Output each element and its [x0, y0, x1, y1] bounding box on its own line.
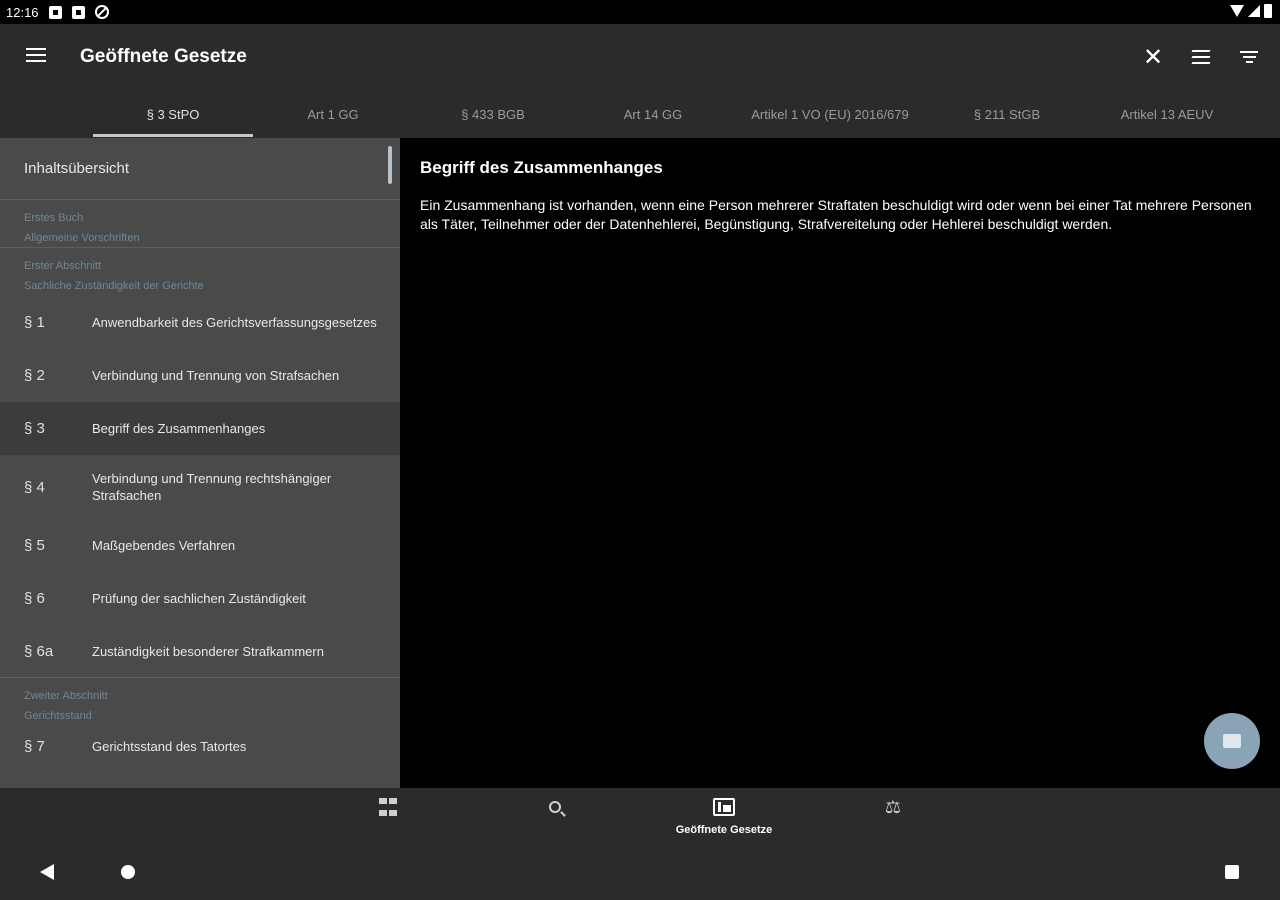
battery-icon [1264, 4, 1272, 18]
filter-icon[interactable] [1234, 42, 1264, 72]
toc-item-para-6a[interactable]: § 6a Zuständigkeit besonderer Strafkamme… [0, 625, 400, 678]
paragraph-heading: Begriff des Zusammenhanges [420, 158, 663, 177]
bottom-navigation: Geöffnete Gesetze ⚖ [0, 788, 1280, 844]
dashboard-icon [377, 796, 399, 818]
notification-icon [71, 5, 85, 19]
back-icon[interactable] [40, 864, 54, 880]
notification-icon [48, 5, 62, 19]
toc-book-heading[interactable]: Erstes Buch Allgemeine Vorschriften [0, 200, 400, 248]
list-icon [1223, 734, 1241, 748]
system-navigation [0, 844, 1280, 900]
tab-bgb-433[interactable]: § 433 BGB [413, 90, 573, 138]
open-laws-icon [713, 798, 735, 816]
close-icon[interactable]: ✕ [1138, 42, 1168, 72]
toc-item-para-6[interactable]: § 6 Prüfung der sachlichen Zuständigkeit [0, 572, 400, 625]
layers-icon[interactable] [1186, 42, 1216, 72]
toc-header: Inhaltsübersicht [0, 138, 400, 200]
toc-section-heading[interactable]: Zweiter Abschnitt Gerichtsstand [0, 678, 400, 726]
wifi-icon [1230, 5, 1244, 17]
nav-dashboard[interactable] [328, 796, 448, 818]
toc-item-para-2[interactable]: § 2 Verbindung und Trennung von Strafsac… [0, 349, 400, 402]
toc-item-para-3[interactable]: § 3 Begriff des Zusammenhanges [0, 402, 400, 455]
app-bar: Geöffnete Gesetze ✕ [0, 24, 1280, 90]
tab-dsgvo-1[interactable]: Artikel 1 VO (EU) 2016/679 [733, 90, 927, 138]
law-text-panel: Begriff des Zusammenhanges Ein Zusammenh… [400, 138, 1280, 788]
signal-icon [1248, 5, 1260, 17]
search-icon [549, 801, 561, 813]
nav-open-laws[interactable]: Geöffnete Gesetze [664, 796, 784, 836]
status-bar: 12:16 [0, 0, 1280, 24]
toc-item-para-5[interactable]: § 5 Maßgebendes Verfahren [0, 519, 400, 572]
scrollbar[interactable] [388, 146, 392, 184]
nav-scale[interactable]: ⚖ [833, 796, 953, 818]
tab-stgb-211[interactable]: § 211 StGB [927, 90, 1087, 138]
blocked-icon [94, 5, 109, 19]
toc-item-para-4[interactable]: § 4 Verbindung und Trennung rechtshängig… [0, 455, 400, 519]
paragraph-text: Ein Zusammenhang ist vorhanden, wenn ein… [420, 197, 1252, 232]
toc-item-para-1[interactable]: § 1 Anwendbarkeit des Gerichtsverfassung… [0, 296, 400, 349]
recents-icon[interactable] [1225, 865, 1239, 879]
tab-indicator [93, 134, 253, 137]
toc-toggle-fab[interactable] [1204, 713, 1260, 769]
nav-label: Geöffnete Gesetze [675, 824, 773, 836]
menu-icon[interactable] [26, 48, 46, 64]
page-title: Geöffnete Gesetze [80, 46, 247, 67]
toc-item-para-7[interactable]: § 7 Gerichtsstand des Tatortes [0, 726, 400, 766]
nav-search[interactable] [495, 796, 615, 818]
scale-icon: ⚖ [884, 796, 902, 817]
status-time: 12:16 [6, 4, 39, 20]
home-icon[interactable] [121, 865, 135, 879]
tab-aeuv-13[interactable]: Artikel 13 AEUV [1087, 90, 1247, 138]
tab-stpo-3[interactable]: § 3 StPO [93, 90, 253, 138]
table-of-contents: Inhaltsübersicht Erstes Buch Allgemeine … [0, 138, 400, 788]
law-tabs: § 3 StPO Art 1 GG § 433 BGB Art 14 GG Ar… [0, 90, 1280, 138]
tab-gg-14[interactable]: Art 14 GG [573, 90, 733, 138]
tab-gg-1[interactable]: Art 1 GG [253, 90, 413, 138]
toc-section-heading[interactable]: Erster Abschnitt Sachliche Zuständigkeit… [0, 248, 400, 296]
